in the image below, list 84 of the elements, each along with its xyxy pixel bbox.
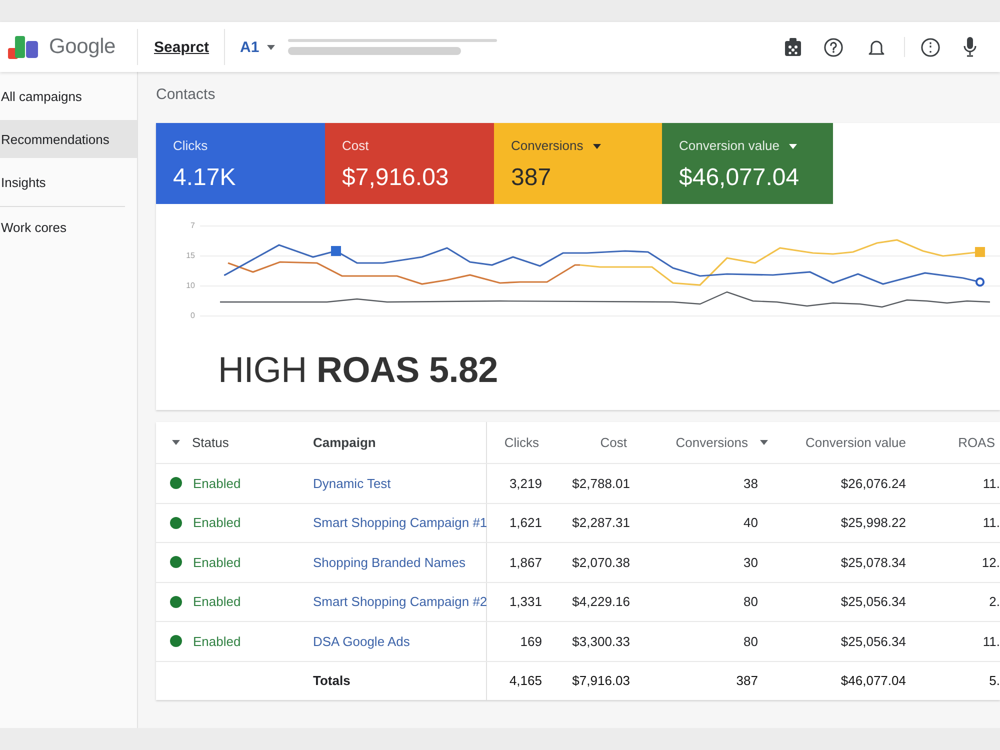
- table-cell: 11.: [982, 634, 1000, 649]
- table-cell: $2,070.38: [572, 554, 630, 570]
- total-cell: 387: [736, 673, 758, 688]
- column-header[interactable]: Cost: [600, 435, 627, 450]
- axis-tick-label: 10: [186, 280, 195, 292]
- metric-value: $46,077.04: [679, 163, 800, 193]
- sidebar-item[interactable]: Insights: [0, 163, 137, 201]
- totals-label: Totals: [313, 673, 350, 688]
- logo-icon: [8, 36, 38, 58]
- campaign-link[interactable]: Smart Shopping Campaign #2: [313, 594, 488, 610]
- bell-icon[interactable]: [868, 38, 885, 56]
- table-cell: $2,287.31: [572, 515, 630, 530]
- table-cell: $25,078.34: [840, 554, 906, 570]
- metric-tile[interactable]: Conversions 387: [494, 123, 662, 204]
- metric-value: $7,916.03: [342, 163, 449, 193]
- table-cell: $2,788.01: [572, 476, 630, 491]
- total-cell: $46,077.04: [840, 673, 906, 688]
- table-cell: 80: [744, 634, 758, 649]
- table-cell: $3,300.33: [572, 634, 630, 649]
- axis-tick-label: 7: [190, 220, 195, 232]
- account-selector[interactable]: A1: [240, 38, 276, 56]
- metric-tile[interactable]: Clicks 4.17K: [156, 123, 325, 204]
- total-cell: 4,165: [509, 673, 542, 688]
- sidebar-item[interactable]: Work cores: [0, 208, 137, 246]
- metric-label: Conversions: [511, 137, 584, 155]
- table-cell: 30: [744, 554, 758, 570]
- sidebar-item[interactable]: Recommendations: [0, 120, 137, 158]
- column-header[interactable]: ROAS: [958, 435, 995, 450]
- headline: HIGH ROAS 5.82: [218, 348, 498, 392]
- table-cell: $25,056.34: [840, 594, 906, 610]
- table-cell: $25,056.34: [840, 634, 906, 649]
- campaign-link[interactable]: Smart Shopping Campaign #1: [313, 515, 488, 530]
- dropdown-caret-icon: [789, 144, 798, 148]
- axis-tick-label: 15: [186, 250, 195, 262]
- total-cell: $7,916.03: [572, 673, 630, 688]
- metric-value: 387: [511, 163, 552, 193]
- column-header[interactable]: Conversion value: [806, 435, 906, 450]
- table-cell: 2.: [989, 594, 1000, 610]
- table-cell: 1,331: [509, 594, 542, 610]
- metric-label: Clicks: [173, 137, 208, 155]
- metric-tile[interactable]: Conversion value $46,077.04: [662, 123, 833, 204]
- campaign-link[interactable]: Dynamic Test: [313, 476, 391, 491]
- table-cell: $25,998.22: [840, 515, 906, 530]
- table-cell: 38: [744, 476, 758, 491]
- microphone-icon[interactable]: [963, 37, 977, 57]
- clipboard-icon[interactable]: [785, 38, 801, 56]
- sidebar-item[interactable]: All campaigns: [0, 77, 137, 115]
- caret-icon: [760, 440, 768, 445]
- logo-text: Google: [49, 35, 116, 59]
- dropdown-caret-icon: [593, 144, 602, 148]
- table-cell: 1,867: [509, 554, 542, 570]
- column-header[interactable]: Conversions: [676, 435, 768, 450]
- table-cell: 3,219: [509, 476, 542, 491]
- column-header[interactable]: Campaign: [313, 435, 376, 450]
- caret-icon: [172, 440, 180, 445]
- status-text: Enabled: [193, 515, 241, 530]
- metric-label: Conversion value: [679, 137, 780, 155]
- total-cell: 5.: [989, 673, 1000, 688]
- column-header[interactable]: Status: [172, 435, 229, 450]
- page-title: Contacts: [156, 85, 216, 105]
- table-cell: 169: [520, 634, 542, 649]
- property-link[interactable]: Seaprct: [154, 38, 210, 56]
- status-text: Enabled: [193, 476, 241, 491]
- campaign-link[interactable]: Shopping Branded Names: [313, 554, 466, 570]
- help-icon[interactable]: [824, 38, 843, 56]
- metric-label: Cost: [342, 137, 369, 155]
- metric-value: 4.17K: [173, 163, 236, 193]
- table-cell: $4,229.16: [572, 594, 630, 610]
- metric-tile[interactable]: Cost $7,916.03: [325, 123, 494, 204]
- table-cell: $26,076.24: [840, 476, 906, 491]
- axis-tick-label: 0: [190, 310, 195, 322]
- alert-circle-icon[interactable]: [921, 38, 940, 56]
- table-cell: 40: [744, 515, 758, 530]
- table-cell: 1,621: [509, 515, 542, 530]
- caret-icon: [267, 44, 276, 50]
- status-text: Enabled: [193, 634, 241, 649]
- status-text: Enabled: [193, 594, 241, 610]
- status-text: Enabled: [193, 554, 241, 570]
- table-cell: 12.: [982, 554, 1000, 570]
- table-cell: 11.: [982, 515, 1000, 530]
- table-cell: 80: [744, 594, 758, 610]
- table-cell: 11.: [982, 476, 1000, 491]
- campaign-link[interactable]: DSA Google Ads: [313, 634, 410, 649]
- column-header[interactable]: Clicks: [504, 435, 539, 450]
